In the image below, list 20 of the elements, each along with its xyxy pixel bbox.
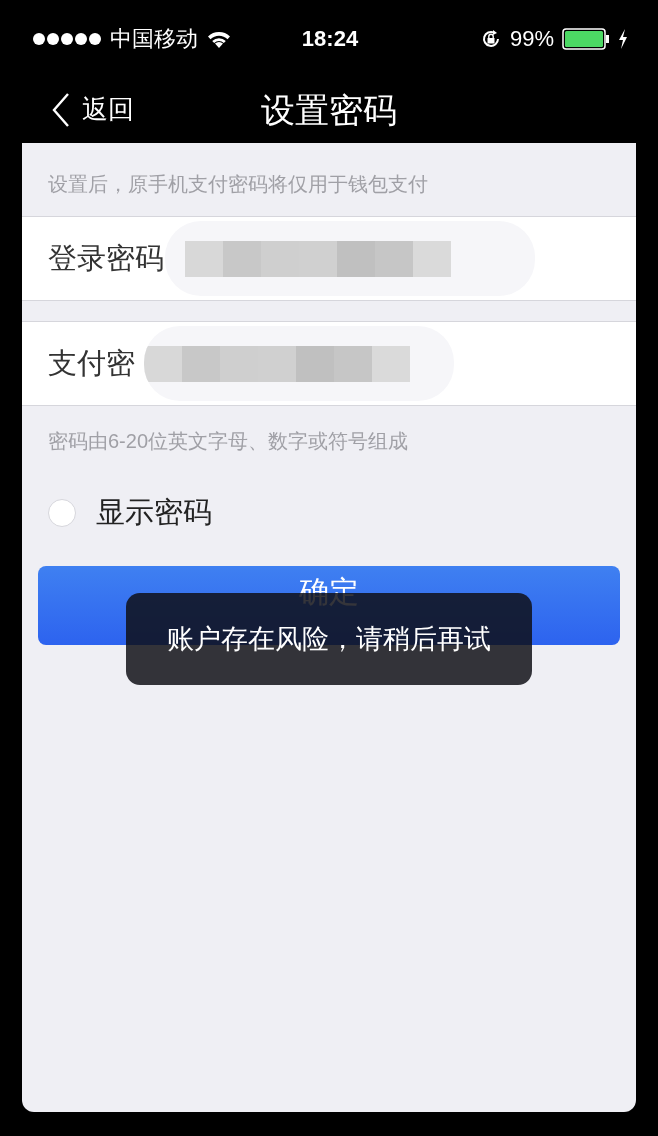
chevron-left-icon bbox=[52, 92, 70, 127]
show-password-option[interactable]: 显示密码 bbox=[48, 493, 610, 533]
back-button[interactable]: 返回 bbox=[52, 92, 134, 127]
carrier-name: 中国移动 bbox=[110, 25, 198, 53]
error-toast: 账户存在风险，请稍后再试 bbox=[126, 593, 532, 685]
page-title: 设置密码 bbox=[261, 89, 397, 131]
option-label: 显示密码 bbox=[96, 495, 212, 530]
back-label: 返回 bbox=[82, 93, 134, 126]
wifi-icon bbox=[206, 29, 232, 49]
signal-icon bbox=[32, 32, 102, 46]
radio-button[interactable] bbox=[48, 499, 76, 527]
field-label: 支付密 bbox=[48, 345, 135, 381]
notice-text: 设置后，原手机支付密码将仅用于钱包支付 bbox=[47, 172, 429, 197]
password-rule-hint: 密码由6-20位英文字母、数字或符号组成 bbox=[47, 429, 410, 454]
clock-time: 18:24 bbox=[301, 26, 359, 52]
password-field[interactable]: 登录密码 bbox=[22, 216, 636, 301]
field-label: 登录密码 bbox=[48, 240, 164, 276]
battery-icon bbox=[562, 28, 610, 50]
password-field[interactable]: 支付密 bbox=[22, 321, 636, 406]
battery-percent: 99% bbox=[509, 26, 554, 52]
